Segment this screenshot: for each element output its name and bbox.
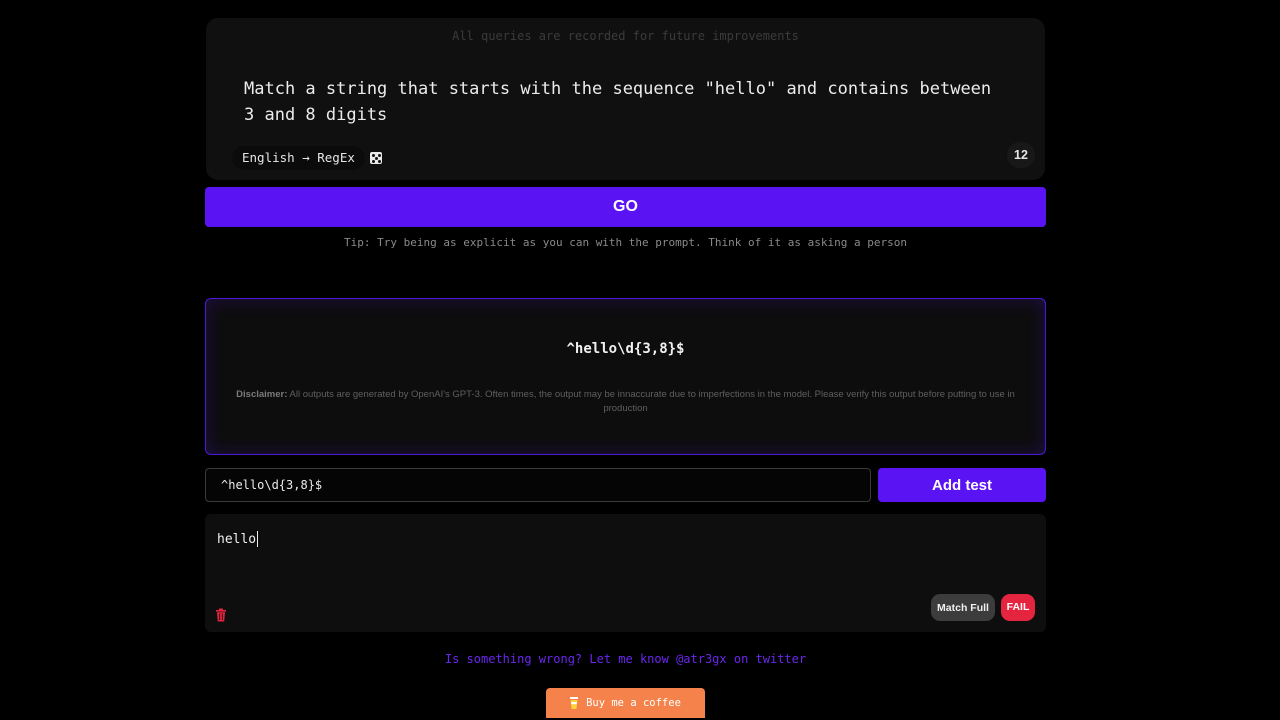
disclaimer-label: Disclaimer: [236,389,288,400]
text-caret [257,531,259,547]
test-string-input[interactable]: hello [217,531,259,547]
disclaimer: Disclaimer: All outputs are generated by… [226,388,1025,416]
go-button[interactable]: GO [205,187,1046,227]
mode-selector[interactable]: English → RegEx [232,146,365,170]
disclaimer-text: All outputs are generated by OpenAI's GP… [287,389,1015,414]
prompt-card: All queries are recorded for future impr… [206,18,1045,180]
trash-icon [216,608,226,622]
test-case-card: hello Match Full FAIL [205,514,1046,632]
recording-notice: All queries are recorded for future impr… [452,29,799,43]
add-test-button[interactable]: Add test [878,468,1046,502]
status-badge: FAIL [1001,594,1035,621]
delete-test-button[interactable] [215,608,227,622]
feedback-link[interactable]: Is something wrong? Let me know @atr3gx … [0,652,1251,666]
match-mode-button[interactable]: Match Full [931,594,995,621]
buy-coffee-label: Buy me a coffee [586,697,681,709]
test-string-value: hello [217,531,257,547]
query-count-badge: 12 [1007,142,1035,168]
coffee-cup-icon [570,697,579,709]
result-regex[interactable]: ^hello\d{3,8}$ [206,341,1045,357]
tip-text: Tip: Try being as explicit as you can wi… [344,236,907,249]
prompt-input[interactable]: Match a string that starts with the sequ… [244,76,1004,128]
regex-input[interactable] [205,468,871,502]
random-prompt-button[interactable] [368,150,384,166]
buy-coffee-button[interactable]: Buy me a coffee [546,688,705,718]
dice-icon [370,152,382,164]
result-card: ^hello\d{3,8}$ Disclaimer: All outputs a… [205,298,1046,455]
